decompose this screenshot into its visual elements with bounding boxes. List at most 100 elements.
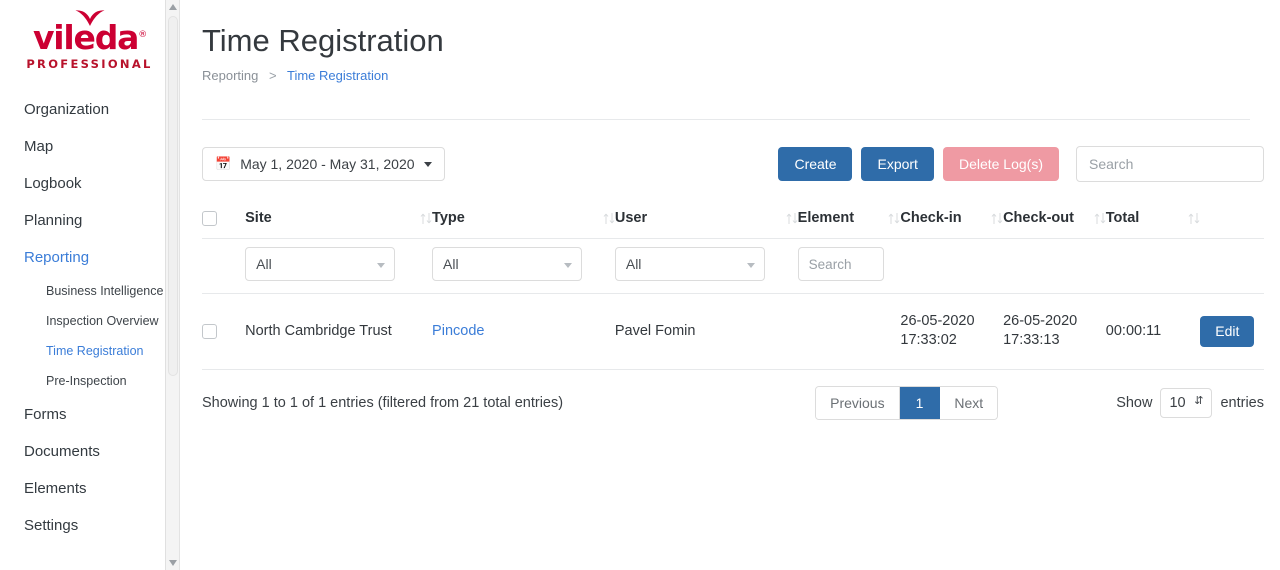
entries-label: entries	[1220, 395, 1264, 411]
sidebar-item-planning[interactable]: Planning	[0, 202, 179, 239]
row-checkbox[interactable]	[202, 323, 217, 339]
scrollbar-thumb[interactable]	[168, 16, 178, 376]
filter-cell-actions	[1200, 238, 1264, 294]
filter-search-element[interactable]	[797, 247, 884, 281]
row-select-cell	[202, 293, 246, 370]
pagination-previous[interactable]: Previous	[816, 387, 900, 419]
sidebar-subitem-pre-inspection[interactable]: Pre-Inspection	[0, 366, 179, 396]
column-label-user: User	[614, 210, 648, 226]
breadcrumb-parent[interactable]: Reporting	[202, 68, 258, 83]
cell-user: Pavel Fomin	[614, 293, 798, 370]
toolbar: 📅 May 1, 2020 - May 31, 2020 Create Expo…	[180, 120, 1280, 182]
brand-logo[interactable]: vileda® PROFESSIONAL	[0, 0, 179, 85]
type-link[interactable]: Pincode	[432, 323, 484, 339]
table-container: Site Type User Element Check-in Check-ou…	[180, 200, 1280, 370]
chevron-down-icon	[564, 263, 573, 268]
column-header-user[interactable]: User	[614, 200, 798, 239]
date-range-value: May 1, 2020 - May 31, 2020	[240, 156, 415, 172]
filter-select-type-value: All	[443, 256, 459, 272]
select-all-checkbox[interactable]	[202, 210, 217, 226]
chevron-down-icon	[377, 263, 386, 268]
filter-cell-checkout	[1003, 238, 1106, 294]
sort-icon[interactable]	[991, 211, 1003, 226]
column-header-site[interactable]: Site	[245, 200, 433, 239]
export-button[interactable]: Export	[861, 147, 934, 181]
search-input[interactable]	[1076, 146, 1264, 182]
sidebar-nav: Organization Map Logbook Planning Report…	[0, 85, 179, 544]
brand-wordmark: vileda®	[32, 18, 147, 57]
checkout-date: 26-05-2020	[1003, 313, 1078, 329]
cell-element	[797, 293, 901, 370]
filter-select-user[interactable]: All	[614, 247, 765, 281]
sort-icon[interactable]	[603, 211, 615, 226]
sidebar-scrollbar[interactable]	[165, 0, 179, 570]
sidebar-item-map[interactable]: Map	[0, 128, 179, 165]
checkin-time: 17:33:02	[900, 332, 957, 348]
filter-select-site[interactable]: All	[245, 247, 396, 281]
column-label-checkin: Check-in	[900, 210, 962, 226]
sidebar-subitem-business-intelligence[interactable]: Business Intelligence	[0, 276, 179, 306]
scroll-down-icon[interactable]	[166, 556, 180, 570]
sort-icon[interactable]	[420, 211, 432, 226]
sort-icon[interactable]	[1188, 211, 1200, 226]
chevron-down-icon	[746, 263, 755, 268]
page-size-control: Show 10 ⇵ entries	[1116, 388, 1264, 418]
sort-icon[interactable]	[1094, 211, 1106, 226]
sort-icon[interactable]	[786, 211, 798, 226]
registered-mark: ®	[138, 30, 147, 40]
select-all-header	[202, 200, 246, 239]
column-header-type[interactable]: Type	[432, 200, 615, 239]
filter-cell-checkin	[900, 238, 1004, 294]
sidebar-item-documents[interactable]: Documents	[0, 433, 179, 470]
table-row[interactable]: North Cambridge Trust Pincode Pavel Fomi…	[202, 293, 1264, 370]
column-header-total[interactable]: Total	[1105, 200, 1201, 239]
filter-select-type[interactable]: All	[432, 247, 583, 281]
page-title: Time Registration	[202, 23, 444, 58]
breadcrumb: Reporting > Time Registration	[202, 68, 1250, 83]
create-button[interactable]: Create	[778, 147, 853, 181]
date-range-picker[interactable]: 📅 May 1, 2020 - May 31, 2020	[202, 147, 445, 181]
filter-select-user-value: All	[625, 256, 642, 272]
breadcrumb-separator: >	[269, 68, 277, 83]
sidebar-item-elements[interactable]: Elements	[0, 470, 179, 507]
pagination-page-1[interactable]: 1	[899, 387, 941, 419]
page-size-value: 10	[1169, 395, 1186, 411]
stepper-updown-icon: ⇵	[1194, 395, 1204, 407]
filter-select-site-value: All	[256, 256, 272, 272]
column-header-checkout[interactable]: Check-out	[1003, 200, 1106, 239]
filter-cell-type: All	[432, 238, 615, 294]
sidebar-item-reporting[interactable]: Reporting	[0, 239, 179, 276]
table-footer: Showing 1 to 1 of 1 entries (filtered fr…	[180, 370, 1280, 420]
sidebar-item-forms[interactable]: Forms	[0, 396, 179, 433]
cell-checkin: 26-05-2020 17:33:02	[900, 293, 1004, 370]
edit-button[interactable]: Edit	[1200, 315, 1255, 347]
table-filter-row: All All All	[202, 238, 1264, 294]
sidebar-subitem-inspection-overview[interactable]: Inspection Overview	[0, 306, 179, 336]
brand-subtitle: PROFESSIONAL	[26, 57, 153, 71]
column-header-actions	[1200, 200, 1264, 239]
delete-logs-button[interactable]: Delete Log(s)	[942, 147, 1059, 181]
page-size-select[interactable]: 10 ⇵	[1160, 388, 1213, 418]
column-header-element[interactable]: Element	[797, 200, 901, 239]
sidebar-subitem-time-registration[interactable]: Time Registration	[0, 336, 179, 366]
filter-cell-total	[1105, 238, 1201, 294]
cell-type: Pincode	[432, 293, 615, 370]
pagination-next[interactable]: Next	[940, 387, 998, 419]
filter-cell-empty	[202, 238, 246, 294]
chevron-down-icon	[423, 161, 432, 167]
calendar-icon: 📅	[215, 156, 232, 171]
scroll-up-icon[interactable]	[166, 0, 180, 14]
app-root: vileda® PROFESSIONAL Organization Map Lo…	[0, 0, 1280, 570]
sidebar-item-organization[interactable]: Organization	[0, 91, 179, 128]
filter-cell-user: All	[614, 238, 798, 294]
pagination: Previous 1 Next	[815, 386, 999, 420]
checkout-time: 17:33:13	[1003, 332, 1060, 348]
sort-icon[interactable]	[888, 211, 900, 226]
filter-cell-site: All	[245, 238, 433, 294]
column-label-checkout: Check-out	[1003, 210, 1074, 226]
breadcrumb-current[interactable]: Time Registration	[287, 68, 388, 83]
sidebar-item-settings[interactable]: Settings	[0, 507, 179, 544]
column-header-checkin[interactable]: Check-in	[900, 200, 1004, 239]
cell-total: 00:00:11	[1105, 293, 1201, 370]
sidebar-item-logbook[interactable]: Logbook	[0, 165, 179, 202]
